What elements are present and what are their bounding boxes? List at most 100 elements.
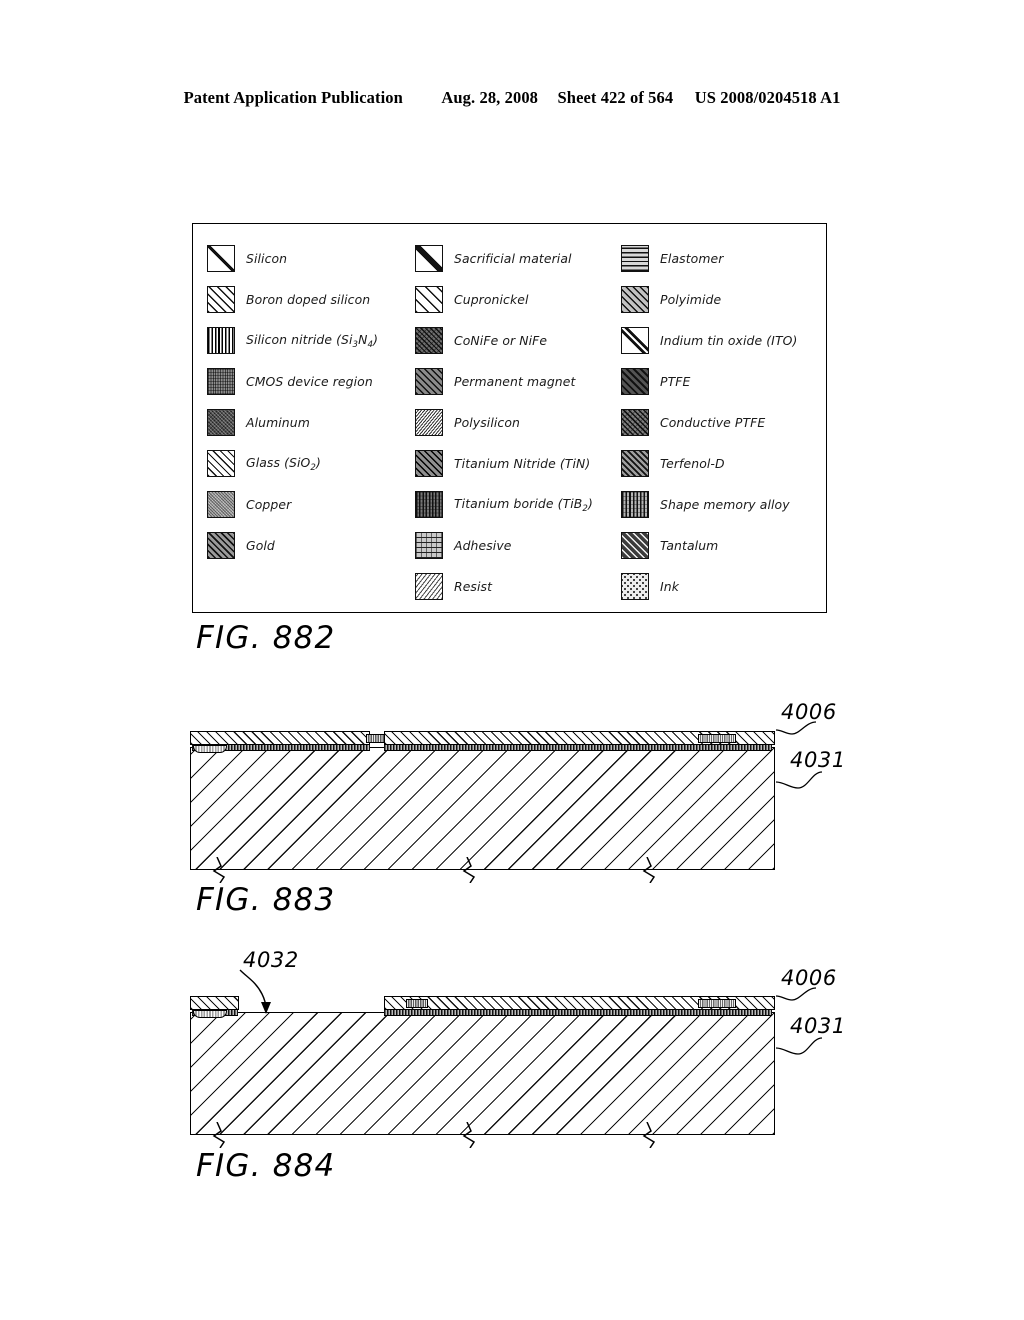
header-patent-number: US 2008/0204518 A1: [694, 88, 841, 107]
materials-legend-box: Silicon Boron doped silicon Silicon nitrid…: [192, 223, 827, 613]
legend-item: Aluminum: [207, 402, 412, 443]
legend-swatch-icon: [415, 409, 443, 436]
header-publication: Patent Application Publication: [183, 88, 403, 107]
legend-swatch-icon: [207, 532, 235, 559]
legend-item: Copper: [207, 484, 412, 525]
legend-swatch-icon: [207, 450, 235, 477]
break-mark-icon: [642, 1122, 656, 1148]
break-mark-icon: [212, 857, 226, 883]
legend-item-label: Polysilicon: [454, 415, 520, 430]
legend-item-label: Aluminum: [246, 415, 310, 430]
interlayer-right: [384, 1009, 772, 1016]
legend-column-1: Silicon Boron doped silicon Silicon nitrid…: [207, 238, 412, 566]
break-mark-icon: [642, 857, 656, 883]
leader-arrow-4032-fig884: [239, 969, 271, 1014]
legend-item-label: Ink: [660, 579, 679, 594]
legend-item-label: Terfenol-D: [660, 456, 725, 471]
leader-line-4006-fig883: [775, 721, 817, 735]
rounded-pocket-left: [193, 745, 227, 753]
legend-swatch-icon: [415, 327, 443, 354]
legend-swatch-icon: [207, 409, 235, 436]
break-mark-icon: [462, 857, 476, 883]
legend-item-label: CMOS device region: [246, 374, 373, 389]
legend-item: Terfenol-D: [621, 443, 826, 484]
legend-item: Glass (SiO2): [207, 443, 412, 484]
legend-swatch-icon: [415, 491, 443, 518]
legend-item: Sacrificial material: [415, 238, 620, 279]
legend-swatch-icon: [415, 286, 443, 313]
legend-item-label: CoNiFe or NiFe: [454, 333, 548, 348]
top-layer-island-4006: [190, 996, 239, 1010]
legend-item: Gold: [207, 525, 412, 566]
legend-item: Silicon nitride (Si3N4): [207, 320, 412, 361]
legend-item-label: Conductive PTFE: [660, 415, 766, 430]
legend-item: Resist: [415, 566, 620, 607]
legend-swatch-icon: [621, 573, 649, 600]
top-layer-left-4006: [190, 731, 370, 745]
legend-item-label: Shape memory alloy: [660, 497, 790, 512]
legend-item-label: Gold: [246, 538, 275, 553]
page-header: Patent Application Publication Aug. 28, …: [0, 88, 1024, 108]
header-sheet: Sheet 422 of 564: [557, 88, 674, 107]
legend-item: Permanent magnet: [415, 361, 620, 402]
legend-swatch-icon: [415, 368, 443, 395]
legend-item: Silicon: [207, 238, 412, 279]
interlayer-right: [384, 744, 772, 751]
legend-item-label: Silicon nitride (Si3N4): [246, 331, 379, 350]
legend-item: Polysilicon: [415, 402, 620, 443]
legend-item-label: Silicon: [246, 251, 288, 266]
legend-swatch-icon: [621, 245, 649, 272]
legend-item: Adhesive: [415, 525, 620, 566]
legend-swatch-icon: [621, 368, 649, 395]
legend-item-label: Permanent magnet: [454, 374, 576, 389]
legend-item-label: Indium tin oxide (ITO): [660, 333, 798, 348]
legend-column-2: Sacrificial material Cupronickel CoNiFe or…: [415, 238, 620, 607]
legend-swatch-icon: [621, 491, 649, 518]
legend-item: Titanium boride (TiB2): [415, 484, 620, 525]
break-mark-icon: [462, 1122, 476, 1148]
endcap-feature-883: [698, 734, 736, 743]
legend-item: Titanium Nitride (TiN): [415, 443, 620, 484]
legend-swatch-icon: [415, 450, 443, 477]
legend-swatch-icon: [207, 491, 235, 518]
legend-swatch-icon: [415, 573, 443, 600]
legend-item-label: Adhesive: [454, 538, 512, 553]
endcap-feature-884: [698, 999, 736, 1008]
legend-item-label: Sacrificial material: [454, 251, 572, 266]
legend-item: Tantalum: [621, 525, 826, 566]
leader-line-4006-fig884: [775, 987, 817, 1001]
legend-swatch-icon: [621, 532, 649, 559]
legend-item-label: Glass (SiO2): [246, 454, 321, 473]
legend-item-label: Titanium boride (TiB2): [454, 495, 593, 514]
legend-item: Conductive PTFE: [621, 402, 826, 443]
legend-item-label: Titanium Nitride (TiN): [454, 456, 591, 471]
figure-883-cross-section: [190, 725, 775, 883]
legend-swatch-icon: [207, 245, 235, 272]
legend-swatch-icon: [621, 286, 649, 313]
legend-swatch-icon: [621, 327, 649, 354]
legend-item-label: Cupronickel: [454, 292, 529, 307]
substrate-silicon-4031: [190, 747, 775, 870]
leader-line-4031-fig883: [775, 771, 823, 789]
legend-swatch-icon: [621, 409, 649, 436]
leader-line-4031-fig884: [775, 1037, 823, 1055]
legend-item: Shape memory alloy: [621, 484, 826, 525]
figure-caption-882: FIG. 882: [196, 620, 336, 656]
legend-item-label: Elastomer: [660, 251, 724, 266]
legend-swatch-icon: [415, 245, 443, 272]
legend-swatch-icon: [207, 368, 235, 395]
legend-column-3: Elastomer Polyimide Indium tin oxide (ITO)…: [621, 238, 826, 607]
figure-caption-883: FIG. 883: [196, 882, 336, 918]
legend-item: Indium tin oxide (ITO): [621, 320, 826, 361]
substrate-silicon-4031: [190, 1012, 775, 1135]
legend-item: Polyimide: [621, 279, 826, 320]
legend-swatch-icon: [621, 450, 649, 477]
legend-item: CMOS device region: [207, 361, 412, 402]
legend-swatch-icon: [207, 327, 235, 354]
legend-item: Ink: [621, 566, 826, 607]
legend-item: Cupronickel: [415, 279, 620, 320]
legend-item-label: Tantalum: [660, 538, 719, 553]
legend-item-label: PTFE: [660, 374, 691, 389]
legend-item-label: Resist: [454, 579, 493, 594]
legend-item: Boron doped silicon: [207, 279, 412, 320]
